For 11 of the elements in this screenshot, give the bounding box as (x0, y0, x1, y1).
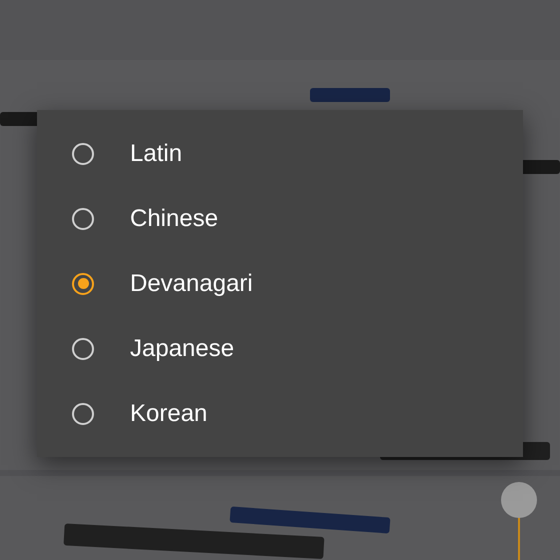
radio-option[interactable]: Korean (37, 381, 523, 446)
selection-handle-icon[interactable] (500, 482, 538, 560)
radio-icon[interactable] (72, 208, 94, 230)
radio-option[interactable]: Japanese (37, 316, 523, 381)
radio-option[interactable]: Chinese (37, 186, 523, 251)
radio-icon[interactable] (72, 402, 94, 424)
radio-icon[interactable] (72, 272, 94, 294)
radio-option[interactable]: Latin (37, 121, 523, 186)
radio-option[interactable]: Devanagari (37, 251, 523, 316)
radio-icon[interactable] (72, 338, 94, 360)
radio-icon[interactable] (72, 142, 94, 164)
